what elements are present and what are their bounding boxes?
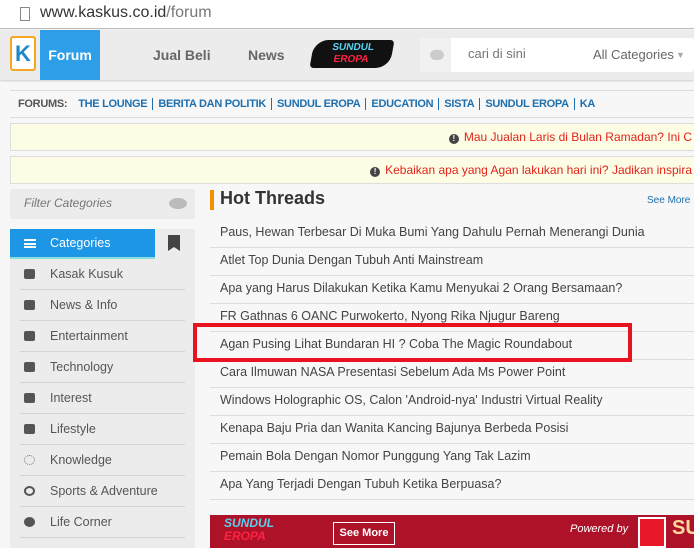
powered-by-label: Powered by (570, 523, 629, 535)
thread-link[interactable]: Cara Ilmuwan NASA Presentasi Sebelum Ada… (210, 360, 694, 388)
rocket-icon (24, 362, 35, 372)
sidebar-item-sports-adventure[interactable]: Sports & Adventure (20, 476, 185, 507)
briefcase-icon (24, 300, 35, 310)
forum-link[interactable]: THE LOUNGE (73, 98, 154, 110)
thread-link[interactable]: Apa yang Harus Dilakukan Ketika Kamu Men… (210, 276, 694, 304)
top-nav: K Forum Jual Beli News SUNDULEROPA All C… (0, 30, 694, 80)
tab-jual-beli[interactable]: Jual Beli (153, 30, 211, 80)
tab-news[interactable]: News (248, 30, 285, 80)
tab-forum[interactable]: Forum (40, 30, 100, 80)
forum-link[interactable]: SUNDUL EROPA (480, 98, 575, 110)
accent-bar (210, 190, 214, 210)
page-icon (20, 7, 30, 21)
forum-link[interactable]: SUNDUL EROPA (272, 98, 367, 110)
see-more-link[interactable]: See More (647, 195, 690, 206)
sundul-eropa-logo[interactable]: SUNDUL EROPA (224, 517, 322, 547)
thread-link[interactable]: Apa Yang Terjadi Dengan Tubuh Ketika Ber… (210, 472, 694, 500)
forums-bar: FORUMS: THE LOUNGE BERITA DAN POLITIK SUNDU… (10, 90, 694, 118)
forum-link[interactable]: SISTA (439, 98, 481, 110)
forum-link[interactable]: EDUCATION (366, 98, 440, 110)
sundul-eropa-banner: SUNDUL EROPA See More Powered by SU (210, 515, 694, 548)
chat-bubbles-icon (24, 269, 35, 279)
url-text[interactable]: www.kaskus.co.id/forum (40, 4, 212, 22)
lightbulb-icon (24, 455, 35, 465)
notice[interactable]: ! Mau Jualan Laris di Bulan Ramadan? Ini … (10, 123, 694, 151)
sidebar-item-news-info[interactable]: News & Info (20, 290, 185, 321)
highlight-box (193, 323, 632, 362)
apple-icon (24, 517, 35, 527)
list-icon (24, 239, 36, 248)
chat-icon[interactable] (420, 38, 451, 72)
sidebar-item-lifestyle[interactable]: Lifestyle (20, 414, 185, 445)
filter-categories (10, 189, 195, 219)
sidebar-item-life-corner[interactable]: Life Corner (20, 507, 185, 538)
thread-link[interactable]: Windows Holographic OS, Calon 'Android-n… (210, 388, 694, 416)
eye-icon[interactable] (169, 198, 187, 209)
stopwatch-icon (24, 486, 35, 496)
category-select[interactable]: All Categories (593, 47, 674, 62)
alert-icon: ! (448, 134, 459, 144)
search-box: All Categories ▼ (420, 38, 694, 72)
sponsor-text: SU (672, 517, 694, 539)
thread-link[interactable]: Atlet Top Dunia Dengan Tubuh Anti Mainst… (210, 248, 694, 276)
sidebar-item-entertainment[interactable]: Entertainment (20, 321, 185, 352)
section-title: Hot Threads (220, 188, 326, 208)
notice[interactable]: ! Kebaikan apa yang Agan lakukan hari ini… (10, 156, 694, 184)
alert-icon: ! (370, 167, 381, 177)
kaskus-logo[interactable]: K (10, 36, 36, 71)
chevron-down-icon[interactable]: ▼ (676, 50, 685, 60)
forum-link[interactable]: KA (575, 98, 596, 110)
sidebar: Categories Kasak Kusuk News & Info Enter… (10, 229, 195, 548)
thread-link[interactable]: Kenapa Baju Pria dan Wanita Kancing Baju… (210, 416, 694, 444)
thread-link[interactable]: Pemain Bola Dengan Nomor Punggung Yang T… (210, 444, 694, 472)
tv-icon (24, 331, 35, 341)
palette-icon (24, 393, 35, 403)
sponsor-logo (638, 517, 666, 548)
sidebar-item-interest[interactable]: Interest (20, 383, 185, 414)
sundul-eropa-logo[interactable]: SUNDUL EROPA (309, 40, 395, 68)
sidebar-item-technology[interactable]: Technology (20, 352, 185, 383)
sidebar-item-knowledge[interactable]: Knowledge (20, 445, 185, 476)
top-hat-icon (24, 424, 35, 434)
forum-link[interactable]: BERITA DAN POLITIK (153, 98, 273, 110)
search-input[interactable] (468, 46, 578, 61)
see-more-button[interactable]: See More (333, 522, 395, 545)
tab-categories[interactable]: Categories (10, 229, 155, 259)
filter-input[interactable] (24, 196, 154, 210)
bookmark-icon[interactable] (168, 235, 180, 251)
address-bar[interactable]: www.kaskus.co.id/forum (0, 0, 694, 29)
thread-link[interactable]: Paus, Hewan Terbesar Di Muka Bumi Yang D… (210, 220, 694, 248)
sidebar-item-kasak-kusuk[interactable]: Kasak Kusuk (20, 259, 185, 290)
